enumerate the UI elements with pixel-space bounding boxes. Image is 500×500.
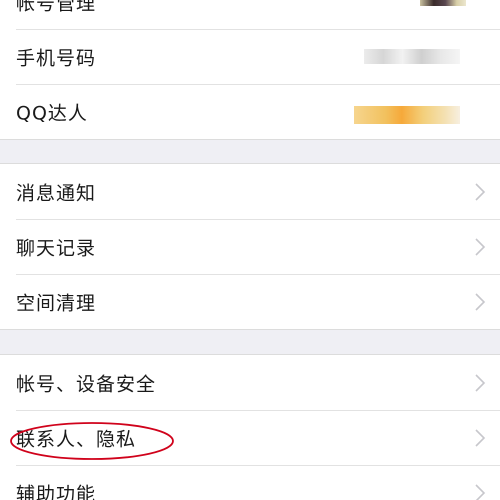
security-group: 帐号、设备安全 联系人、隐私 辅助功能 bbox=[0, 354, 500, 500]
settings-item-account-device-security[interactable]: 帐号、设备安全 bbox=[0, 355, 500, 410]
settings-item-label: 手机号码 bbox=[16, 47, 97, 69]
settings-item-label: 辅助功能 bbox=[16, 483, 97, 500]
settings-item-contacts-privacy[interactable]: 联系人、隐私 bbox=[0, 410, 500, 465]
settings-item-label: 聊天记录 bbox=[16, 237, 97, 259]
settings-item-label: 空间清理 bbox=[16, 292, 97, 314]
account-group: 帐号管理 手机号码 QQ达人 bbox=[0, 0, 500, 140]
blurred-phone-value bbox=[364, 49, 460, 64]
chevron-right-icon bbox=[475, 182, 486, 201]
settings-item-label: QQ达人 bbox=[16, 102, 88, 124]
settings-item-label: 帐号管理 bbox=[16, 0, 97, 14]
chevron-right-icon bbox=[475, 428, 486, 447]
settings-item-label: 帐号、设备安全 bbox=[16, 373, 157, 395]
settings-item-storage-cleanup[interactable]: 空间清理 bbox=[0, 274, 500, 329]
settings-screen: 帐号管理 手机号码 QQ达人 消息通知 聊天记录 空间清理 帐号、设备安全 联系… bbox=[0, 0, 500, 500]
settings-item-account-management[interactable]: 帐号管理 bbox=[0, 0, 500, 29]
settings-item-label: 消息通知 bbox=[16, 182, 97, 204]
avatar bbox=[420, 0, 466, 6]
chevron-right-icon bbox=[475, 483, 486, 500]
settings-item-phone-number[interactable]: 手机号码 bbox=[0, 29, 500, 84]
blurred-qq-level bbox=[354, 106, 460, 124]
settings-item-chat-history[interactable]: 聊天记录 bbox=[0, 219, 500, 274]
settings-item-qq-master[interactable]: QQ达人 bbox=[0, 84, 500, 139]
chevron-right-icon bbox=[475, 292, 486, 311]
settings-item-notifications[interactable]: 消息通知 bbox=[0, 164, 500, 219]
chevron-right-icon bbox=[475, 237, 486, 256]
general-group: 消息通知 聊天记录 空间清理 bbox=[0, 163, 500, 330]
settings-item-label: 联系人、隐私 bbox=[16, 428, 137, 450]
chevron-right-icon bbox=[475, 373, 486, 392]
settings-item-accessibility[interactable]: 辅助功能 bbox=[0, 465, 500, 500]
